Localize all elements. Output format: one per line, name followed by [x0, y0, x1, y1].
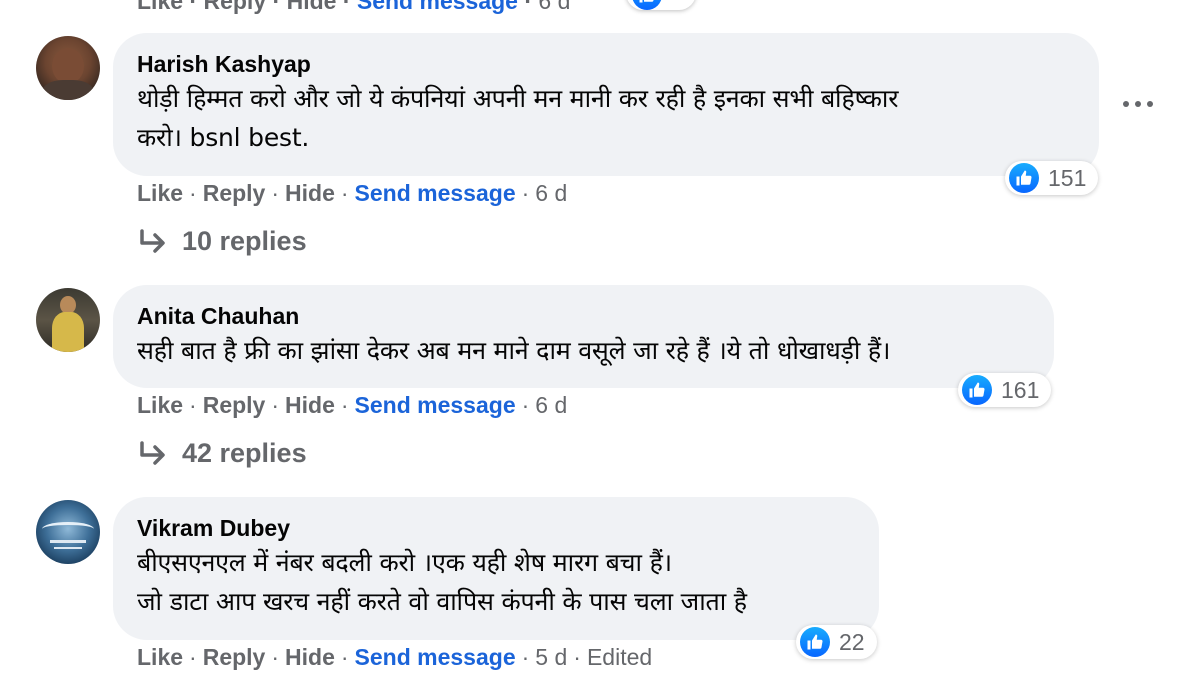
separator-dot: ·: [271, 644, 280, 670]
separator-dot: ·: [189, 644, 197, 670]
like-icon: [800, 627, 830, 657]
like-icon: [632, 0, 662, 10]
comment-actions: Like · Reply · Hide · Send message · 6 d: [137, 392, 567, 419]
hide-link[interactable]: Hide: [285, 180, 335, 206]
avatar[interactable]: [36, 36, 100, 100]
edited-label[interactable]: Edited: [587, 644, 652, 670]
separator-dot: ·: [189, 392, 197, 418]
comment-text-line: जो डाटा आप खरच नहीं करते वो वापिस कंपनी …: [137, 587, 747, 616]
top-reaction-badge[interactable]: [626, 0, 696, 10]
reaction-count: 151: [1048, 164, 1087, 191]
comment-time[interactable]: 6 d: [535, 392, 567, 418]
top-comment-actions: Like · Reply · Hide · Send message · 6 d: [137, 0, 570, 15]
view-replies-button[interactable]: 42 replies: [138, 438, 307, 469]
send-message-link[interactable]: Send message: [355, 392, 516, 418]
separator-dot: ·: [271, 392, 280, 418]
replies-count[interactable]: 10 replies: [182, 226, 307, 257]
comment-time[interactable]: 6 d: [535, 180, 567, 206]
reaction-badge[interactable]: 151: [1005, 161, 1099, 195]
like-icon: [1009, 163, 1039, 193]
hide-link[interactable]: Hide: [285, 392, 335, 418]
comment-text-line: थोड़ी हिम्मत करो और जो ये कंपनियां अपनी …: [137, 84, 899, 113]
reaction-badge[interactable]: 161: [958, 373, 1052, 407]
comment-text-line: बीएसएनएल में नंबर बदली करो ।एक यही शेष म…: [137, 548, 672, 577]
separator-dot: ·: [183, 0, 204, 14]
hide-link[interactable]: Hide: [287, 0, 337, 14]
separator-dot: ·: [521, 644, 530, 670]
separator-dot: ·: [340, 644, 349, 670]
comment-bubble: Anita Chauhan सही बात है फ्री का झांसा द…: [113, 285, 1054, 388]
reply-link[interactable]: Reply: [203, 644, 266, 670]
avatar[interactable]: [36, 288, 100, 352]
send-message-link[interactable]: Send message: [355, 644, 516, 670]
like-icon: [962, 375, 992, 405]
comment-bubble: Vikram Dubey बीएसएनएल में नंबर बदली करो …: [113, 497, 879, 640]
separator-dot: ·: [573, 644, 581, 670]
like-link[interactable]: Like: [137, 0, 183, 14]
reply-arrow-icon: [140, 228, 165, 253]
separator-dot: ·: [340, 180, 349, 206]
send-message-link[interactable]: Send message: [355, 180, 516, 206]
hide-link[interactable]: Hide: [285, 644, 335, 670]
separator-dot: ·: [189, 180, 197, 206]
reaction-count: 22: [839, 628, 865, 655]
separator-dot: ·: [517, 0, 539, 14]
reply-link[interactable]: Reply: [203, 392, 266, 418]
comment-time[interactable]: 6 d: [538, 0, 570, 14]
comment-bubble: Harish Kashyap थोड़ी हिम्मत करो और जो ये…: [113, 33, 1099, 176]
comment-author[interactable]: Anita Chauhan: [137, 301, 1030, 331]
avatar[interactable]: [36, 500, 100, 564]
separator-dot: ·: [521, 392, 530, 418]
comment-text-line: करो। bsnl best.: [137, 123, 310, 152]
like-link[interactable]: Like: [137, 180, 183, 206]
separator-dot: ·: [340, 392, 349, 418]
reaction-badge[interactable]: 22: [796, 625, 877, 659]
reaction-count: 161: [1001, 376, 1040, 403]
separator-dot: ·: [336, 0, 357, 14]
more-options-icon[interactable]: [1123, 99, 1153, 109]
comment-actions: Like · Reply · Hide · Send message · 5 d · Edited: [137, 644, 652, 671]
separator-dot: ·: [266, 0, 287, 14]
separator-dot: ·: [521, 180, 530, 206]
comment-author[interactable]: Vikram Dubey: [137, 513, 855, 543]
like-link[interactable]: Like: [137, 392, 183, 418]
send-message-link[interactable]: Send message: [357, 0, 518, 14]
replies-count[interactable]: 42 replies: [182, 438, 307, 469]
reply-arrow-icon: [140, 440, 165, 465]
separator-dot: ·: [271, 180, 280, 206]
reply-link[interactable]: Reply: [203, 180, 266, 206]
view-replies-button[interactable]: 10 replies: [138, 226, 307, 257]
reply-link[interactable]: Reply: [203, 0, 266, 14]
comment-author[interactable]: Harish Kashyap: [137, 49, 1075, 79]
like-link[interactable]: Like: [137, 644, 183, 670]
comment-time[interactable]: 5 d: [535, 644, 567, 670]
comment-actions: Like · Reply · Hide · Send message · 6 d: [137, 180, 567, 207]
comment-text-line: सही बात है फ्री का झांसा देकर अब मन माने…: [137, 336, 891, 365]
